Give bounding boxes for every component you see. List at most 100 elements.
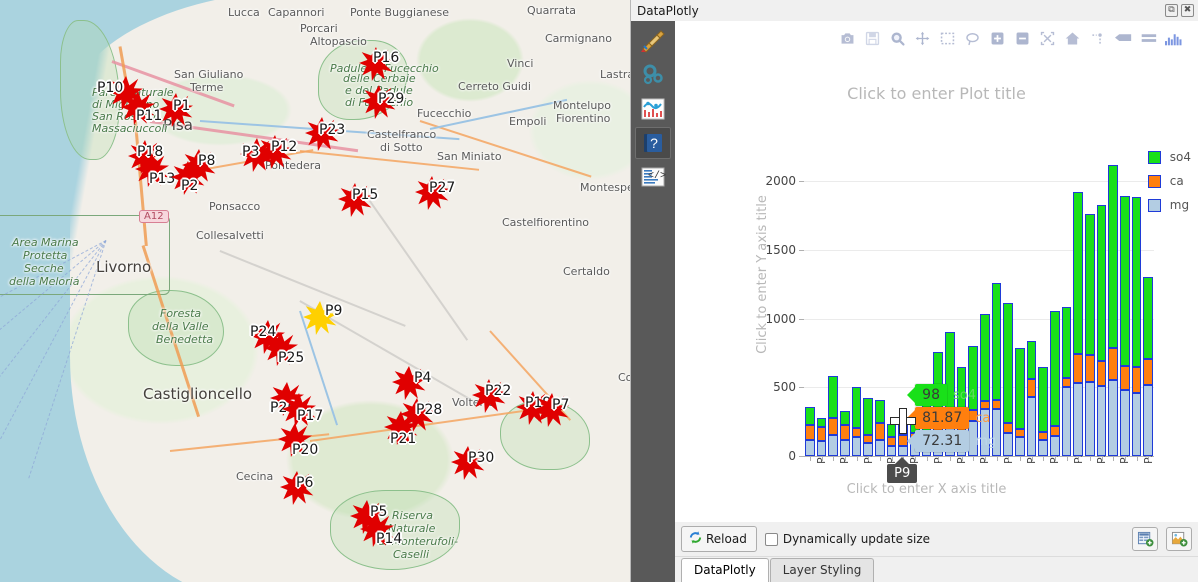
bar-segment-ca[interactable] <box>863 434 873 443</box>
bar-segment-ca[interactable] <box>1003 423 1013 433</box>
bar-segment-ca[interactable] <box>805 425 815 440</box>
bar-segment-mg[interactable] <box>1026 396 1037 456</box>
bar-segment-mg[interactable] <box>1096 385 1107 456</box>
bar-segment-mg[interactable] <box>875 439 885 456</box>
bar-segment-ca[interactable] <box>1061 378 1072 388</box>
code-icon[interactable]: </> <box>635 161 671 193</box>
bar-stack[interactable] <box>1003 140 1013 456</box>
bar-segment-ca[interactable] <box>1015 429 1025 438</box>
bar-segment-so4[interactable] <box>1061 306 1072 379</box>
bar-stack[interactable] <box>1073 140 1083 456</box>
bar-segment-ca[interactable] <box>875 423 885 440</box>
plotly-figure[interactable]: Click to enter Plot title Click to enter… <box>676 22 1197 521</box>
bar-stack[interactable] <box>840 140 850 456</box>
bar-segment-so4[interactable] <box>991 282 1002 400</box>
bar-segment-mg[interactable] <box>1038 440 1048 456</box>
bar-segment-so4[interactable] <box>1085 213 1095 355</box>
reload-button[interactable]: Reload <box>681 526 757 552</box>
plot-legend[interactable]: so4 ca mg <box>1147 150 1191 222</box>
bar-segment-so4[interactable] <box>816 417 827 428</box>
export-image-icon[interactable] <box>1166 527 1192 551</box>
bar-segment-ca[interactable] <box>851 427 862 438</box>
bar-stack[interactable] <box>1015 140 1025 456</box>
bar-stack[interactable] <box>1061 140 1072 456</box>
bar-stack[interactable] <box>1131 140 1142 456</box>
bar-stack[interactable] <box>1096 140 1107 456</box>
bar-stack[interactable] <box>1120 140 1130 456</box>
bar-segment-ca[interactable] <box>1120 366 1130 391</box>
bar-segment-mg[interactable] <box>1085 382 1095 456</box>
plot-preview-icon[interactable] <box>635 93 671 125</box>
bar-segment-mg[interactable] <box>840 439 850 456</box>
bar-segment-ca[interactable] <box>1026 379 1037 397</box>
x-axis-title-placeholder[interactable]: Click to enter X axis title <box>776 482 1077 497</box>
tab-dataplotly[interactable]: DataPlotly <box>681 558 769 582</box>
bar-segment-so4[interactable] <box>828 376 838 419</box>
bar-segment-mg[interactable] <box>1003 432 1013 456</box>
bar-segment-so4[interactable] <box>1108 164 1118 349</box>
bar-stack[interactable] <box>816 140 827 456</box>
bar-stack[interactable] <box>875 140 885 456</box>
bar-segment-ca[interactable] <box>1085 355 1095 383</box>
bar-stack[interactable] <box>851 140 862 456</box>
bar-segment-ca[interactable] <box>1143 359 1153 385</box>
bar-segment-so4[interactable] <box>1143 277 1153 360</box>
bar-stack[interactable] <box>805 140 815 456</box>
bar-segment-so4[interactable] <box>805 406 815 426</box>
legend-item-mg[interactable]: mg <box>1147 198 1191 212</box>
bar-segment-mg[interactable] <box>828 435 838 456</box>
bar-segment-so4[interactable] <box>1131 197 1142 368</box>
bar-stack[interactable] <box>1108 140 1118 456</box>
tab-layer-styling[interactable]: Layer Styling <box>769 558 875 582</box>
bar-segment-so4[interactable] <box>1096 204 1107 362</box>
bar-segment-so4[interactable] <box>1120 195 1130 366</box>
bar-segment-ca[interactable] <box>828 418 838 436</box>
bar-segment-so4[interactable] <box>1038 367 1048 432</box>
bar-segment-so4[interactable] <box>840 411 850 426</box>
bar-segment-mg[interactable] <box>886 445 897 456</box>
dock-tab-bar[interactable]: DataPlotly Layer Styling <box>675 556 1198 582</box>
undock-icon[interactable]: ⧉ <box>1165 4 1178 17</box>
bar-segment-ca[interactable] <box>1108 348 1118 380</box>
bar-segment-mg[interactable] <box>851 437 862 456</box>
bar-segment-mg[interactable] <box>1015 437 1025 456</box>
bar-segment-ca[interactable] <box>1073 353 1083 384</box>
bar-segment-mg[interactable] <box>1131 392 1142 456</box>
plot-container[interactable]: Click to enter Plot title Click to enter… <box>675 21 1198 522</box>
bar-segment-ca[interactable] <box>1131 367 1142 393</box>
bar-segment-so4[interactable] <box>1026 340 1037 380</box>
bar-segment-mg[interactable] <box>1120 390 1130 456</box>
help-icon[interactable]: ? <box>635 127 671 159</box>
bar-segment-ca[interactable] <box>840 425 850 440</box>
bar-segment-ca[interactable] <box>886 437 897 446</box>
dynamic-size-checkbox[interactable] <box>764 532 778 546</box>
bar-stack[interactable] <box>828 140 838 456</box>
bar-segment-ca[interactable] <box>1096 361 1107 386</box>
bar-segment-ca[interactable] <box>1038 431 1048 441</box>
bar-segment-mg[interactable] <box>1108 379 1118 456</box>
bar-segment-mg[interactable] <box>1143 384 1153 456</box>
dynamic-size-checkbox-wrapper[interactable]: Dynamically update size <box>764 532 930 546</box>
map-canvas[interactable]: A12 Lucca Capannori Porcari Altopascio Ponte… <box>0 0 630 582</box>
plot-type-icon[interactable] <box>635 25 671 57</box>
bar-segment-so4[interactable] <box>1073 191 1083 354</box>
export-table-icon[interactable] <box>1132 527 1158 551</box>
bar-segment-mg[interactable] <box>1050 436 1060 456</box>
bar-segment-so4[interactable] <box>1015 348 1025 430</box>
bar-segment-mg[interactable] <box>805 439 815 456</box>
bar-segment-so4[interactable] <box>1003 303 1013 423</box>
legend-item-so4[interactable]: so4 <box>1147 150 1191 164</box>
bar-segment-so4[interactable] <box>875 399 885 423</box>
bar-segment-ca[interactable] <box>1050 426 1060 437</box>
bar-segment-mg[interactable] <box>1061 387 1072 456</box>
close-icon[interactable]: ✖ <box>1181 4 1194 17</box>
bar-segment-so4[interactable] <box>863 397 873 435</box>
bar-segment-mg[interactable] <box>1073 383 1083 456</box>
bar-stack[interactable] <box>863 140 873 456</box>
plot-settings-icon[interactable] <box>635 59 671 91</box>
bar-segment-so4[interactable] <box>851 386 862 428</box>
bar-stack[interactable] <box>1050 140 1060 456</box>
bar-stack[interactable] <box>1026 140 1037 456</box>
bar-segment-mg[interactable] <box>816 440 827 456</box>
bar-stack[interactable] <box>1038 140 1048 456</box>
